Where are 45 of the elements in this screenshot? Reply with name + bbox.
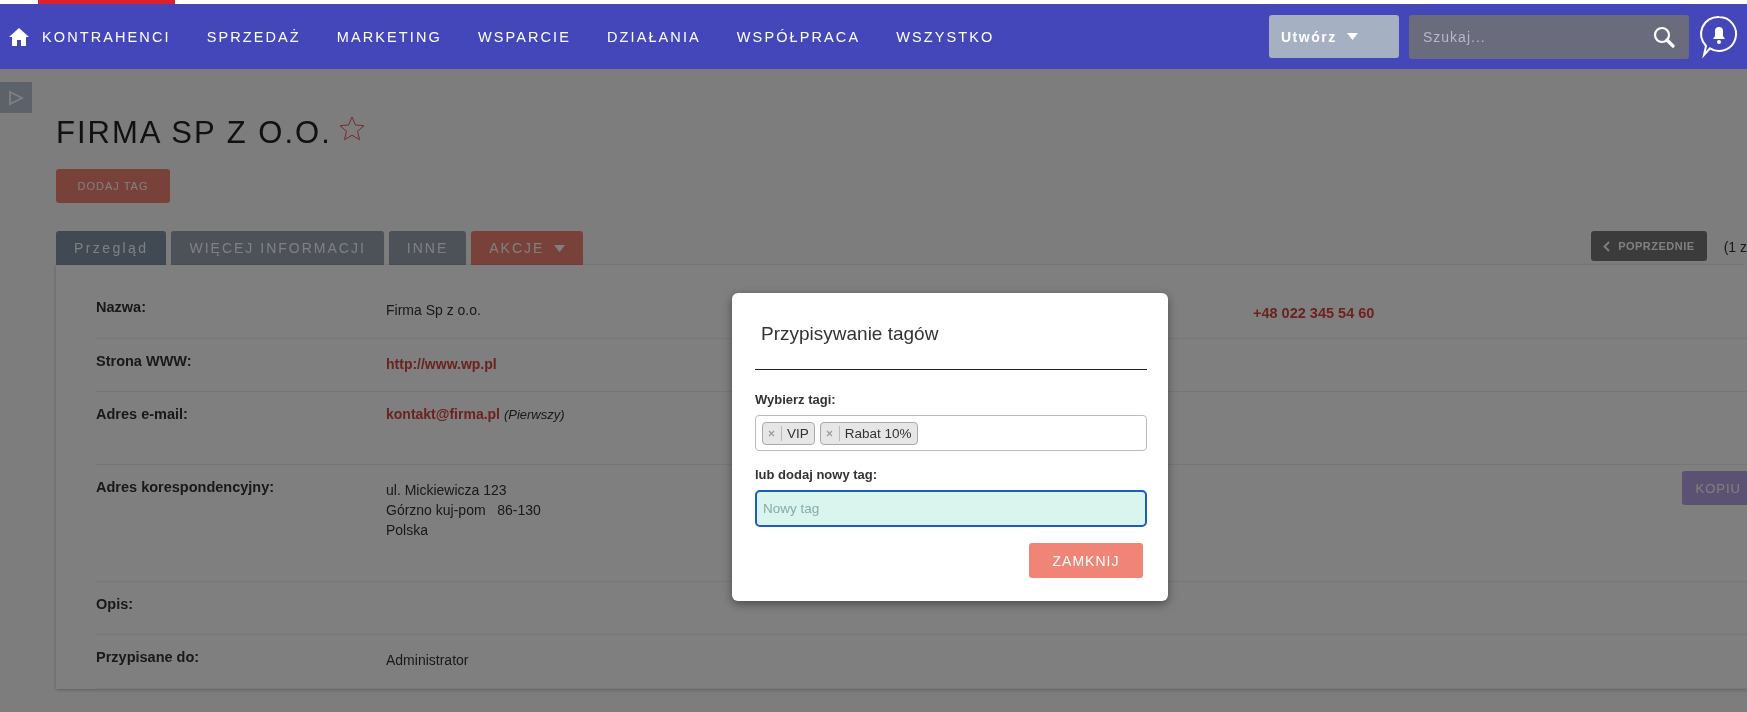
address-line: Polska — [386, 521, 429, 540]
address-line: Górzno kuj-pom 86-130 — [386, 501, 541, 520]
search-input[interactable]: Szukaj... — [1423, 14, 1653, 59]
website-link[interactable]: http://www.wp.pl — [386, 355, 497, 372]
field-label: Adres korespondencyjny: — [96, 479, 275, 495]
nav-menu-item[interactable]: WSPÓŁPRACA — [718, 4, 879, 69]
field-label: Adres e-mail: — [96, 406, 188, 423]
nav-menu-item[interactable]: WSPARCIE — [459, 4, 589, 69]
chevron-left-icon — [1603, 240, 1611, 252]
close-button[interactable]: ZAMKNIJ — [1029, 543, 1143, 578]
favorite-star-icon[interactable] — [337, 115, 366, 143]
expand-sidebar-icon[interactable] — [8, 89, 24, 106]
nav-menu-item[interactable]: DZIAŁANIA — [589, 4, 719, 69]
field-value: Firma Sp z o.o. — [386, 302, 481, 318]
new-tag-field[interactable]: Nowy tag — [755, 490, 1147, 527]
record-counter: (1 z — [1723, 239, 1747, 255]
tag-chip: VIP — [762, 421, 815, 445]
field-label: Wybierz tagi: — [755, 392, 836, 407]
field-label: Opis: — [96, 595, 134, 612]
email-note: (Pierwszy) — [503, 407, 565, 423]
home-icon[interactable] — [8, 25, 30, 48]
field-label: Strona WWW: — [96, 352, 192, 369]
field-label: lub dodaj nowy tag: — [755, 467, 878, 482]
search-icon[interactable] — [1653, 25, 1675, 48]
caret-icon — [554, 244, 566, 252]
nav-menu-item[interactable]: MARKETING — [318, 4, 460, 69]
search-field[interactable]: Szukaj... — [1409, 14, 1689, 59]
previous-button[interactable]: POPRZEDNIE — [1591, 231, 1707, 261]
create-button[interactable]: Utwórz — [1269, 15, 1399, 58]
address-line: ul. Mickiewicza 123 — [386, 481, 507, 500]
field-label: Przypisane do: — [96, 649, 200, 666]
actions-dropdown[interactable]: AKCJE — [471, 231, 584, 265]
tag-chip: Rabat 10% — [819, 421, 918, 445]
caret-icon — [1346, 33, 1358, 40]
add-tag-button[interactable]: DODAJ TAG — [56, 169, 170, 203]
record-title: FIRMA SP Z O.O. — [56, 115, 332, 151]
phone-link[interactable]: +48 022 345 54 60 — [1253, 305, 1375, 321]
field-label: Nazwa: — [96, 299, 146, 315]
field-value: Administrator — [386, 652, 469, 669]
email-link[interactable]: kontakt@firma.pl — [386, 406, 500, 423]
nav-menu-item[interactable]: SPRZEDAŻ — [188, 4, 319, 69]
dialog-title: Przypisywanie tagów — [760, 322, 940, 346]
notification-bell-icon[interactable] — [1699, 14, 1739, 59]
tag-select-field[interactable]: VIP Rabat 10% — [755, 415, 1147, 451]
nav-menu-item[interactable]: WSZYSTKO — [878, 4, 1013, 69]
